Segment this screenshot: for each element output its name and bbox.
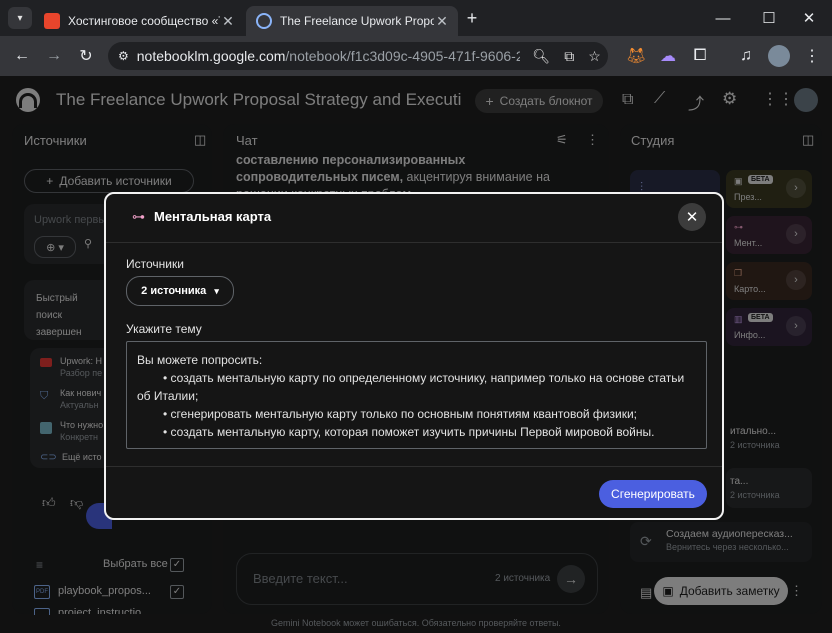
new-tab-icon[interactable]: + — [462, 8, 482, 28]
divider — [106, 466, 722, 467]
tab-title: The Freelance Upwork Proposal — [280, 14, 434, 28]
url-path: /notebook/f1c3d09c-4905-471f-9606-29... — [285, 48, 521, 64]
zoom-icon[interactable]: 🔍︎ — [532, 48, 550, 65]
extensions-puzzle-icon[interactable]: ⧠ — [688, 44, 712, 68]
forward-icon[interactable]: → — [42, 44, 66, 68]
mindmap-icon: ⊶ — [132, 209, 145, 224]
tab-title: Хостинговое сообщество «Tim — [68, 14, 220, 28]
browser-tab-strip: ▾ Хостинговое сообщество «Tim ✕ The Free… — [0, 0, 832, 36]
site-info-icon[interactable]: ⚙ — [118, 49, 129, 63]
topic-textarea[interactable]: Вы можете попросить: • создать ментальну… — [126, 341, 707, 449]
metamask-extension-icon[interactable]: 🦊︎ — [624, 44, 648, 68]
topic-bullet: • создать ментальную карту, которая помо… — [163, 425, 655, 439]
sources-dropdown-value: 2 источника — [141, 285, 207, 297]
media-control-icon[interactable]: ♫ — [734, 44, 758, 68]
back-icon[interactable]: ← — [10, 44, 34, 68]
generate-label: Сгенерировать — [611, 487, 695, 501]
address-bar[interactable]: ⚙ notebooklm.google.com /notebook/f1c3d0… — [108, 42, 608, 70]
close-icon[interactable]: ✕ — [434, 13, 450, 30]
notebooklm-favicon-icon — [256, 13, 272, 29]
minimize-icon[interactable]: — — [700, 0, 746, 36]
tab-notebook[interactable]: The Freelance Upwork Proposal ✕ — [246, 6, 458, 36]
sources-label: Источники — [126, 257, 184, 271]
topic-intro: Вы можете попросить: — [137, 353, 263, 367]
window-close-icon[interactable]: ✕ — [786, 0, 832, 36]
mindmap-dialog: ⊶ Ментальная карта ✕ Источники 2 источни… — [104, 192, 724, 520]
close-dialog-icon[interactable]: ✕ — [678, 203, 706, 231]
bookmark-star-icon[interactable]: ☆ — [588, 48, 601, 65]
divider — [106, 242, 722, 243]
chevron-down-icon: ▾ — [214, 285, 219, 296]
browser-menu-icon[interactable]: ⋮ — [800, 44, 824, 68]
topic-bullet: • сгенерировать ментальную карту только … — [163, 407, 637, 421]
generate-button[interactable]: Сгенерировать — [599, 480, 707, 508]
profile-avatar[interactable] — [768, 45, 790, 67]
reload-icon[interactable]: ↻ — [74, 44, 98, 68]
close-icon[interactable]: ✕ — [220, 13, 236, 30]
extension-icon[interactable]: ☁ — [656, 44, 680, 68]
install-app-icon[interactable]: ⧉ — [564, 48, 574, 65]
tab-hosting[interactable]: Хостинговое сообщество «Tim ✕ — [34, 6, 244, 36]
sources-dropdown[interactable]: 2 источника ▾ — [126, 276, 234, 306]
topic-label: Укажите тему — [126, 322, 202, 336]
tab-search-icon[interactable]: ▾ — [8, 7, 32, 29]
topic-bullet: • создать ментальную карту по определенн… — [137, 371, 685, 403]
dialog-title: Ментальная карта — [154, 209, 272, 224]
url-host: notebooklm.google.com — [136, 48, 286, 64]
hosting-favicon-icon — [44, 13, 60, 29]
